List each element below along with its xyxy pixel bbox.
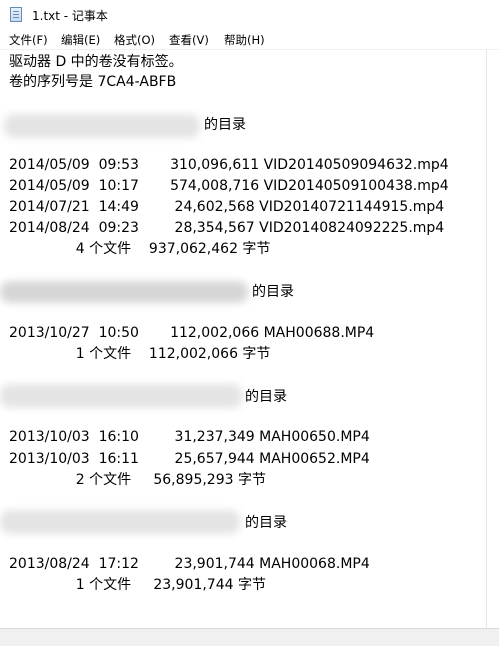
- file-row: 2014/05/09 09:53 310,096,611 VID20140509…: [9, 157, 449, 173]
- redacted-path: [4, 114, 200, 138]
- redacted-path: [0, 510, 240, 534]
- file-row: 2014/08/24 09:23 28,354,567 VID201408240…: [9, 220, 445, 236]
- menu-bar: 文件(F) 编辑(E) 格式(O) 查看(V) 帮助(H): [0, 29, 499, 50]
- editor-edge: [486, 50, 487, 628]
- file-row: 2014/05/09 10:17 574,008,716 VID20140509…: [9, 178, 449, 194]
- summary-row: 4 个文件 937,062,462 字节: [9, 241, 271, 257]
- file-row: 2013/08/24 17:12 23,901,744 MAH00068.MP4: [9, 556, 370, 572]
- directory-heading: 的目录: [245, 515, 287, 531]
- status-bar: [0, 628, 499, 646]
- directory-heading: 的目录: [204, 117, 246, 133]
- summary-row: 2 个文件 56,895,293 字节: [9, 472, 266, 488]
- summary-row: 1 个文件 23,901,744 字节: [9, 577, 266, 593]
- menu-format[interactable]: 格式(O): [114, 32, 155, 48]
- menu-file[interactable]: 文件(F): [9, 32, 48, 48]
- redacted-path: [0, 281, 248, 303]
- directory-heading: 的目录: [245, 389, 287, 405]
- volume-serial-line: 卷的序列号是 7CA4-ABFB: [9, 74, 177, 90]
- redacted-path: [0, 384, 242, 408]
- window-title: 1.txt - 记事本: [32, 9, 108, 23]
- menu-help[interactable]: 帮助(H): [224, 32, 265, 48]
- file-row: 2013/10/03 16:10 31,237,349 MAH00650.MP4: [9, 429, 370, 445]
- menu-edit[interactable]: 编辑(E): [61, 32, 100, 48]
- menu-view[interactable]: 查看(V): [169, 32, 209, 48]
- summary-row: 1 个文件 112,002,066 字节: [9, 346, 271, 362]
- notepad-icon: [10, 7, 22, 22]
- file-row: 2014/07/21 14:49 24,602,568 VID201407211…: [9, 199, 445, 215]
- volume-label-line: 驱动器 D 中的卷没有标签。: [9, 54, 183, 70]
- title-bar: 1.txt - 记事本: [0, 0, 499, 29]
- text-editor[interactable]: 驱动器 D 中的卷没有标签。 卷的序列号是 7CA4-ABFB 的目录 2014…: [0, 50, 486, 628]
- directory-heading: 的目录: [252, 284, 294, 300]
- file-row: 2013/10/27 10:50 112,002,066 MAH00688.MP…: [9, 325, 375, 341]
- file-row: 2013/10/03 16:11 25,657,944 MAH00652.MP4: [9, 451, 370, 467]
